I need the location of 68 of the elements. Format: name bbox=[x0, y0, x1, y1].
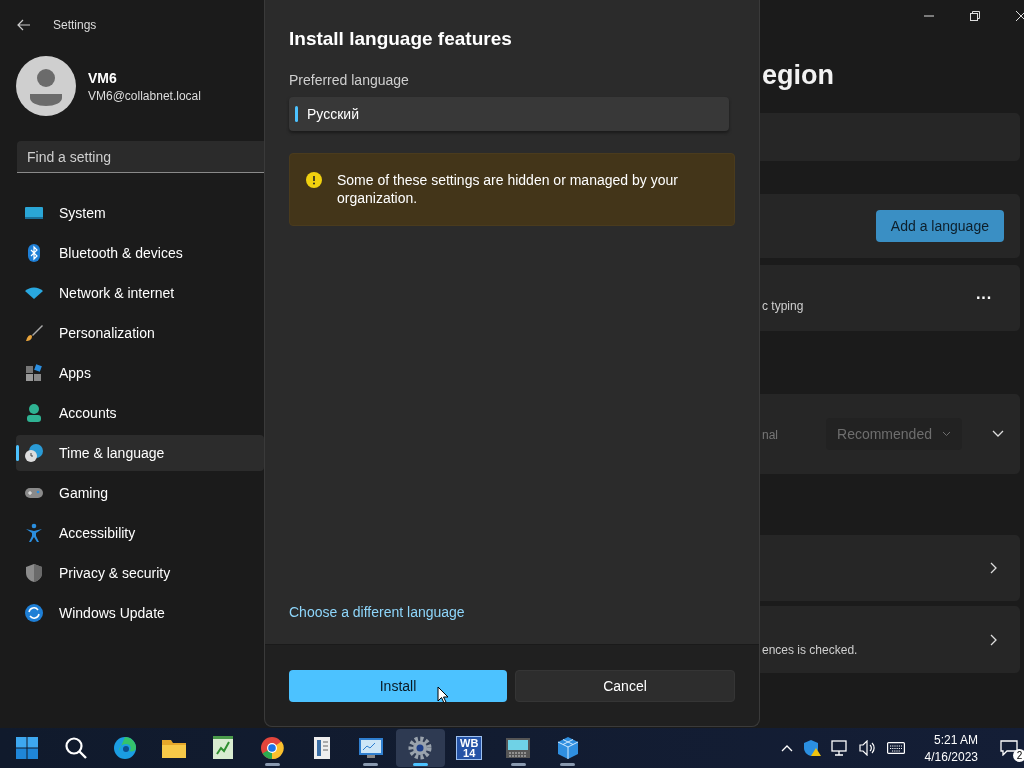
volume-icon[interactable] bbox=[858, 740, 877, 756]
warning-icon bbox=[306, 172, 322, 188]
cancel-button[interactable]: Cancel bbox=[515, 669, 735, 702]
clock-time[interactable]: 5:21 AM bbox=[933, 732, 978, 747]
chevron-down-icon[interactable] bbox=[991, 430, 1004, 438]
shield-warning-icon[interactable] bbox=[802, 739, 821, 757]
clock-date[interactable]: 4/16/2023 bbox=[924, 749, 978, 764]
mouse-cursor-icon bbox=[437, 686, 449, 704]
swirl-icon bbox=[112, 736, 137, 760]
notepad-icon bbox=[212, 736, 235, 760]
cubes-icon bbox=[555, 736, 580, 760]
user-email: VM6@collabnet.local bbox=[88, 88, 201, 103]
different-language-link[interactable]: Choose a different language bbox=[289, 604, 735, 620]
figure-icon bbox=[24, 523, 44, 543]
sidebar-item[interactable]: Bluetooth & devices bbox=[16, 235, 264, 271]
keyboard-icon bbox=[505, 737, 532, 759]
dialog-title: Install language features bbox=[289, 28, 513, 50]
page-title: egion bbox=[762, 60, 834, 90]
language-list-item[interactable]: Русский bbox=[289, 97, 729, 131]
field-label: Preferred language bbox=[289, 72, 410, 88]
sidebar-item[interactable]: Accounts bbox=[16, 395, 264, 431]
setting-detail: nal bbox=[762, 428, 778, 442]
close-icon[interactable] bbox=[1015, 11, 1024, 21]
notification-icon[interactable] bbox=[1000, 740, 1018, 756]
language-detail: c typing bbox=[762, 299, 804, 313]
sidebar-item[interactable]: System bbox=[16, 195, 264, 231]
gear-icon bbox=[408, 736, 432, 760]
more-button[interactable]: ··· bbox=[975, 289, 1004, 307]
sidebar-item[interactable]: Windows Update bbox=[16, 595, 264, 631]
sidebar-item[interactable]: Apps bbox=[16, 355, 264, 391]
apps-icon bbox=[24, 363, 44, 383]
add-language-button[interactable]: Add a language bbox=[875, 210, 1004, 242]
window-title: Settings bbox=[53, 18, 97, 32]
sidebar-item[interactable]: Personalization bbox=[16, 315, 264, 351]
avatar-icon bbox=[16, 56, 76, 116]
notification-badge: 2 bbox=[1013, 749, 1024, 762]
sidebar-item[interactable]: Network & internet bbox=[16, 275, 264, 311]
folder-icon bbox=[161, 737, 188, 759]
globe-clock-icon bbox=[24, 443, 44, 463]
network-icon[interactable] bbox=[830, 739, 849, 757]
caret-up-icon[interactable] bbox=[780, 744, 793, 752]
keyboard-icon[interactable] bbox=[886, 742, 905, 754]
taskbar-button[interactable]: WB 14 bbox=[444, 729, 494, 767]
warning-text: Some of these settings are hidden or managed by your organization. bbox=[337, 171, 679, 207]
monitor-chart-icon bbox=[357, 737, 384, 759]
search-field[interactable]: Find a setting bbox=[17, 141, 264, 173]
taskbar-button[interactable] bbox=[395, 729, 445, 767]
person-icon bbox=[24, 403, 44, 423]
install-button[interactable]: Install bbox=[289, 669, 507, 702]
brush-icon bbox=[24, 323, 44, 343]
chevron-right-icon bbox=[989, 562, 998, 574]
tricolor-circle-icon bbox=[260, 736, 285, 760]
document-icon bbox=[311, 736, 332, 760]
chevron-down-icon bbox=[941, 431, 951, 437]
back-icon[interactable] bbox=[17, 19, 31, 31]
search-icon bbox=[63, 736, 88, 760]
user-name: VM6 bbox=[88, 69, 118, 86]
chevron-right-icon bbox=[989, 633, 998, 646]
sidebar-item[interactable]: Time & language bbox=[16, 435, 264, 471]
sidebar-item[interactable]: Privacy & security bbox=[16, 555, 264, 591]
windows-logo-icon bbox=[15, 737, 38, 759]
app-tile-label: WB 14 bbox=[456, 736, 483, 760]
sidebar-item[interactable]: Accessibility bbox=[16, 515, 264, 551]
sidebar-item[interactable]: Gaming bbox=[16, 475, 264, 511]
sync-icon bbox=[24, 603, 44, 623]
shield-icon bbox=[24, 563, 44, 583]
restore-icon[interactable] bbox=[969, 11, 980, 21]
setting-detail: ences is checked. bbox=[762, 643, 858, 657]
